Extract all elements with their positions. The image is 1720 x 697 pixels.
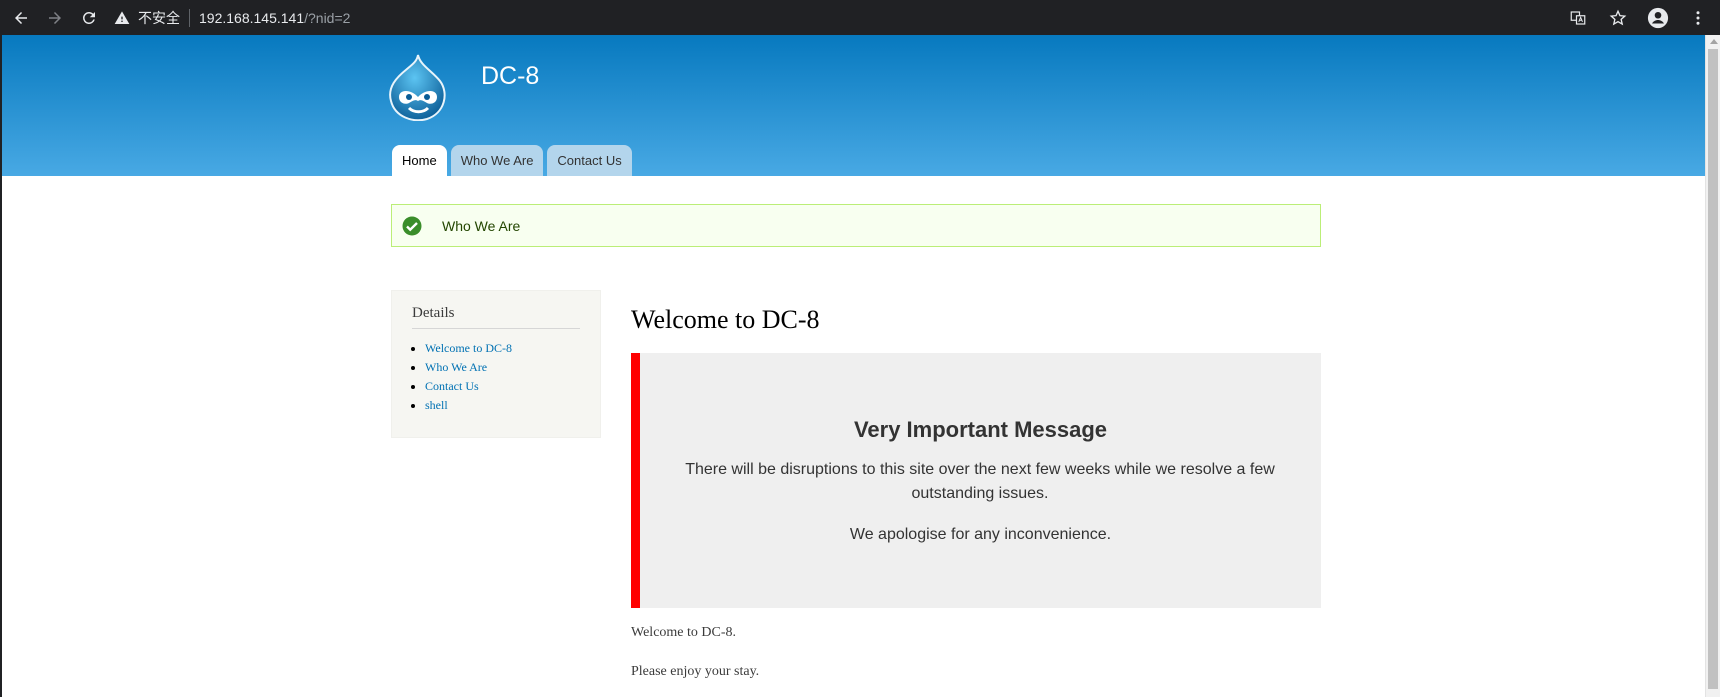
url-host: 192.168.145.141 <box>199 9 305 26</box>
sidebar-link-who-we-are[interactable]: Who We Are <box>425 358 512 377</box>
bookmark-button[interactable] <box>1604 4 1632 32</box>
menu-button[interactable] <box>1684 4 1712 32</box>
warning-icon <box>114 10 130 24</box>
tab-who-we-are[interactable]: Who We Are <box>450 145 544 176</box>
sidebar-details-block: Details Welcome to DC-8 Who We Are Conta… <box>391 290 601 438</box>
main-menu-tabs: Home Who We Are Contact Us <box>392 145 636 176</box>
notice-apology: We apologise for any inconvenience. <box>849 526 1112 543</box>
url-path: /?nid=2 <box>304 9 351 26</box>
scroll-up-arrow-icon[interactable] <box>1710 39 1718 44</box>
forward-button[interactable] <box>42 5 68 31</box>
address-bar[interactable]: 不安全 192.168.145.141/?nid=2 <box>114 4 350 32</box>
important-message-box: Very Important Message There will be dis… <box>631 353 1321 608</box>
check-circle-icon <box>402 216 422 235</box>
back-button[interactable] <box>8 5 34 31</box>
drupal-logo-icon[interactable] <box>387 53 449 121</box>
scrollbar-thumb[interactable] <box>1708 49 1718 689</box>
notice-paragraph: There will be disruptions to this site o… <box>685 461 1275 502</box>
status-message: Who We Are <box>391 204 1321 247</box>
translate-icon <box>1570 10 1586 25</box>
star-icon <box>1609 9 1627 25</box>
tab-contact-us[interactable]: Contact Us <box>547 145 632 176</box>
page-scrollbar[interactable] <box>1705 35 1720 697</box>
tab-home[interactable]: Home <box>392 145 447 176</box>
page-title: Welcome to DC-8 <box>631 305 820 334</box>
sidebar-link-shell[interactable]: shell <box>425 396 512 415</box>
omnibox-divider <box>189 8 190 27</box>
site-header: DC-8 Home Who We Are Contact Us <box>2 35 1707 176</box>
translate-button[interactable] <box>1564 4 1592 32</box>
toolbar-actions <box>1564 0 1720 35</box>
account-circle-icon <box>1647 7 1669 28</box>
body-welcome-text: Welcome to DC-8. <box>631 625 737 640</box>
sidebar-link-list: Welcome to DC-8 Who We Are Contact Us sh… <box>425 339 512 415</box>
status-message-text: Who We Are <box>442 217 521 234</box>
reload-button[interactable] <box>76 5 102 31</box>
more-vert-icon <box>1696 10 1700 25</box>
profile-button[interactable] <box>1644 4 1672 32</box>
sidebar-link-welcome[interactable]: Welcome to DC-8 <box>425 339 512 358</box>
security-label[interactable]: 不安全 <box>138 8 180 28</box>
site-name[interactable]: DC-8 <box>481 62 539 91</box>
sidebar-link-contact-us[interactable]: Contact Us <box>425 377 512 396</box>
main-content: Welcome to DC-8 Very Important Message T… <box>631 305 1321 679</box>
reload-icon <box>82 11 95 24</box>
arrow-left-icon <box>15 11 27 24</box>
body-enjoy-text: Please enjoy your stay. <box>631 664 760 679</box>
sidebar-title: Details <box>412 305 580 329</box>
browser-toolbar: 不安全 192.168.145.141/?nid=2 <box>0 0 1720 35</box>
arrow-right-icon <box>49 11 61 24</box>
notice-heading: Very Important Message <box>853 417 1108 442</box>
page-viewport: DC-8 Home Who We Are Contact Us Who We A… <box>0 35 1720 697</box>
